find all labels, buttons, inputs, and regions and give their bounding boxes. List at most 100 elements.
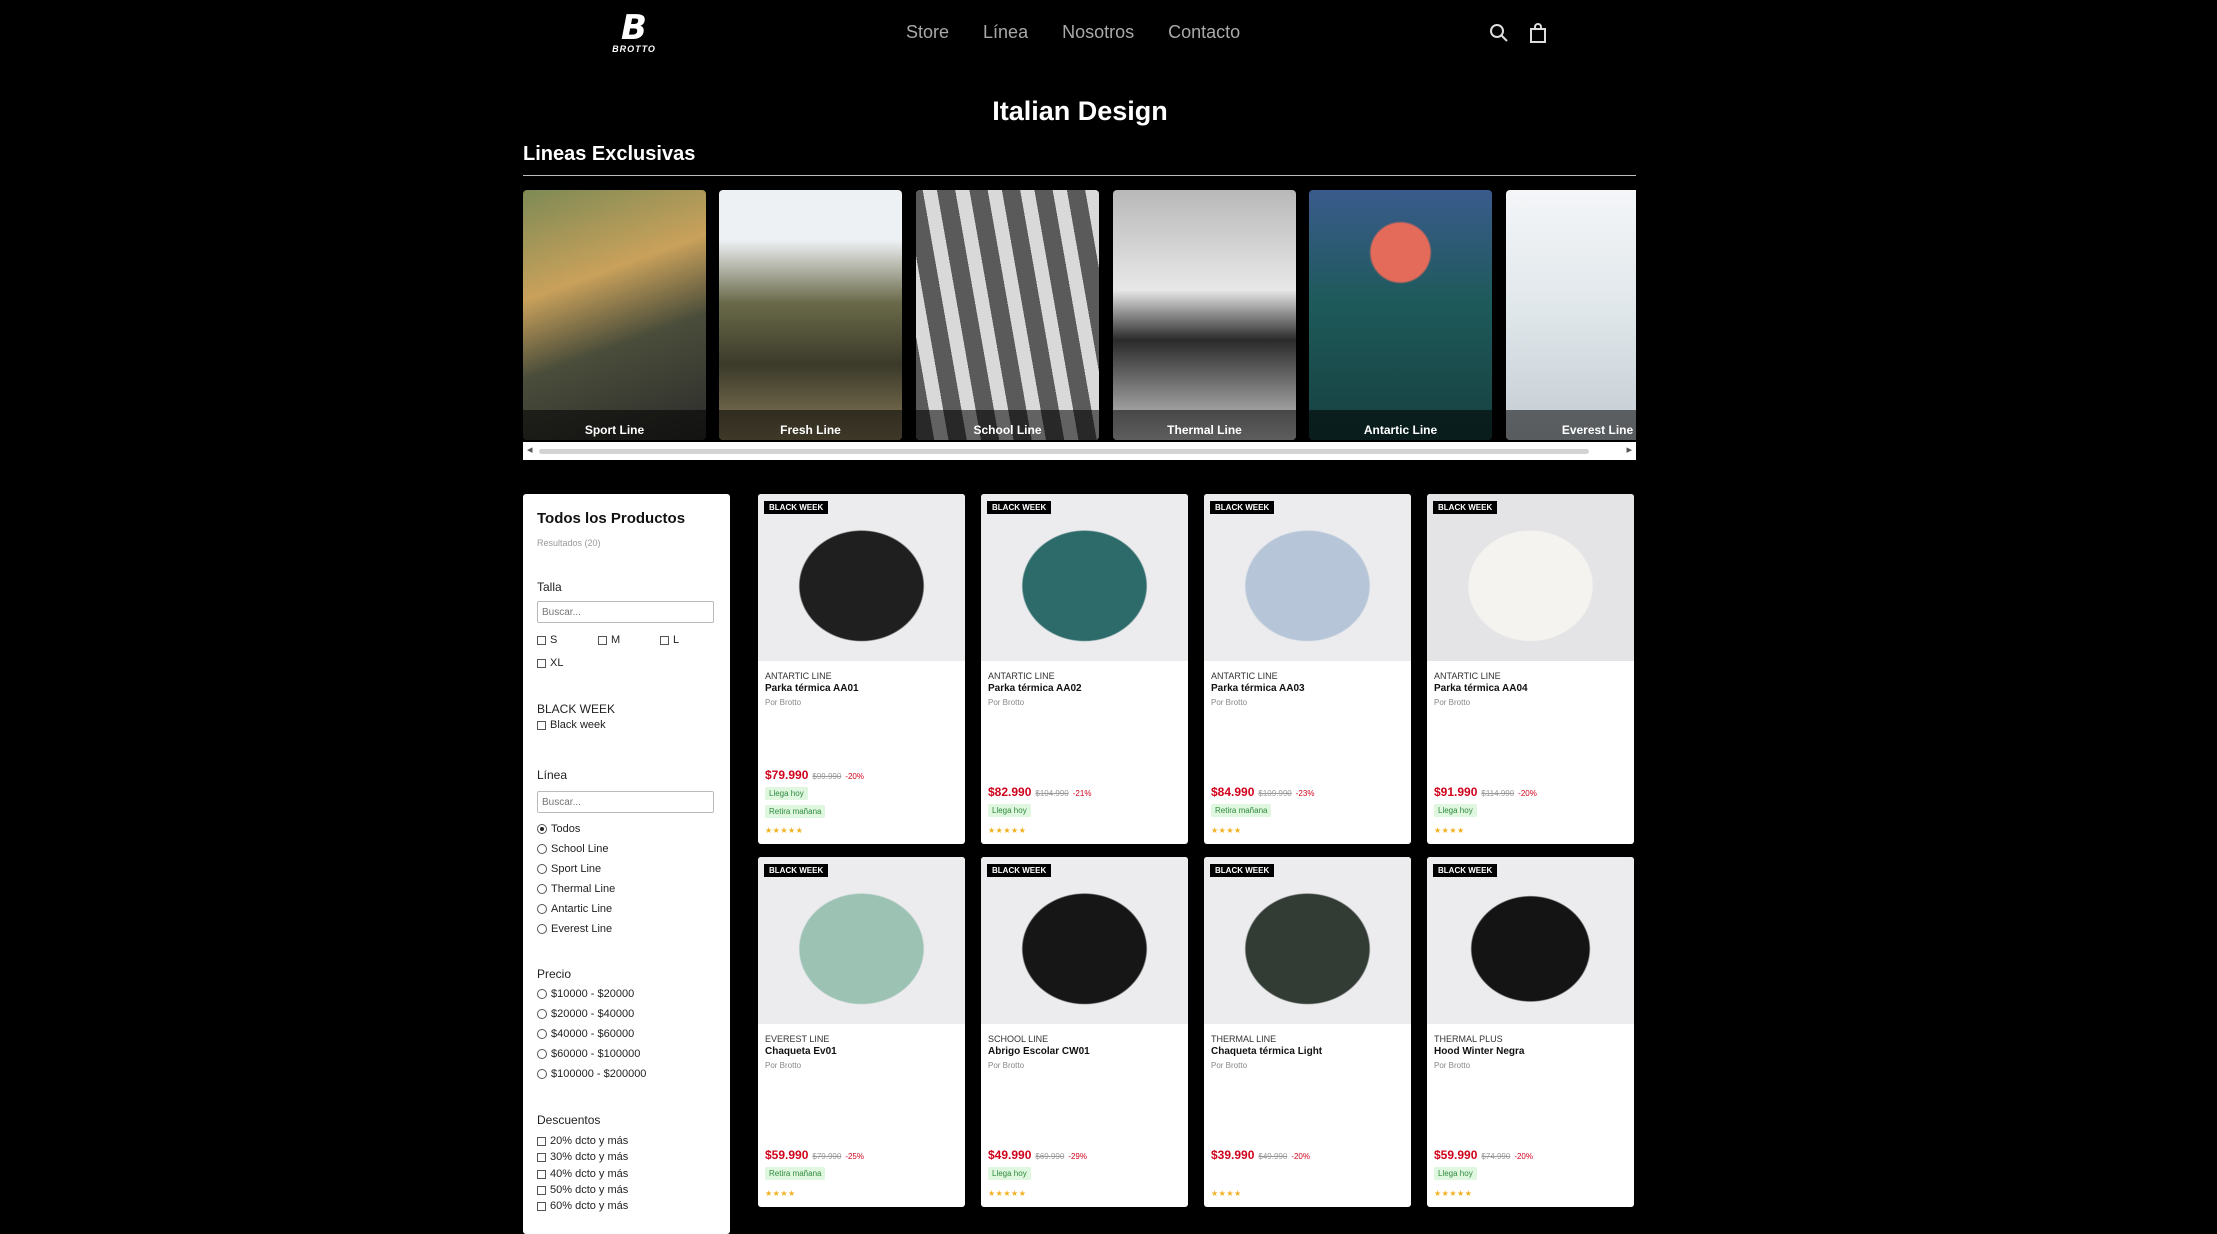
product-price: $59.990 $74.990 -20%	[1434, 1148, 1533, 1162]
line-option-school[interactable]: School Line	[537, 843, 609, 855]
line-card-school[interactable]: School Line	[916, 190, 1099, 440]
product-price: $49.990 $69.990 -29%	[988, 1148, 1087, 1162]
product-image[interactable]	[981, 857, 1188, 1024]
checkbox[interactable]	[537, 1185, 546, 1195]
product-name[interactable]: Chaqueta térmica Light	[1211, 1046, 1322, 1057]
price-option[interactable]: $100000 - $200000	[537, 1068, 646, 1080]
product-name[interactable]: Parka térmica AA03	[1211, 683, 1305, 694]
product-card[interactable]: BLACK WEEK EVEREST LINE Chaqueta Ev01 Por B…	[758, 857, 965, 1207]
price-option[interactable]: $40000 - $60000	[537, 1028, 634, 1040]
blackweek-option[interactable]: Black week	[537, 719, 606, 731]
line-card-fresh[interactable]: Fresh Line	[719, 190, 902, 440]
product-name[interactable]: Abrigo Escolar CW01	[988, 1046, 1090, 1057]
radio[interactable]	[537, 864, 547, 874]
product-card[interactable]: BLACK WEEK THERMAL PLUS Hood Winter Negra P…	[1427, 857, 1634, 1207]
product-card[interactable]: BLACK WEEK ANTARTIC LINE Parka térmica AA0…	[1427, 494, 1634, 844]
discount-option[interactable]: 50% dcto y más	[537, 1184, 628, 1196]
checkbox[interactable]	[537, 1136, 546, 1146]
product-card[interactable]: BLACK WEEK ANTARTIC LINE Parka térmica AA0…	[758, 494, 965, 844]
radio[interactable]	[537, 989, 547, 999]
product-card[interactable]: BLACK WEEK THERMAL LINE Chaqueta térmica L…	[1204, 857, 1411, 1207]
product-image[interactable]	[758, 494, 965, 661]
checkbox[interactable]	[537, 720, 546, 730]
radio[interactable]	[537, 1049, 547, 1059]
price-option[interactable]: $60000 - $100000	[537, 1048, 640, 1060]
line-card-everest[interactable]: Everest Line	[1506, 190, 1636, 440]
price-option[interactable]: $20000 - $40000	[537, 1008, 634, 1020]
discount-option[interactable]: 60% dcto y más	[537, 1200, 628, 1212]
product-name[interactable]: Chaqueta Ev01	[765, 1046, 837, 1057]
nav-linea[interactable]: Línea	[983, 22, 1028, 43]
price-original: $114.990	[1481, 789, 1515, 798]
product-card[interactable]: BLACK WEEK ANTARTIC LINE Parka térmica AA0…	[981, 494, 1188, 844]
product-line: ANTARTIC LINE	[988, 671, 1055, 681]
product-image[interactable]	[1204, 857, 1411, 1024]
price-original: $109.990	[1258, 789, 1292, 798]
line-card-sport[interactable]: Sport Line	[523, 190, 706, 440]
product-name[interactable]: Parka térmica AA04	[1434, 683, 1528, 694]
discount-option[interactable]: 30% dcto y más	[537, 1151, 628, 1163]
scroll-thumb[interactable]	[539, 449, 1589, 454]
line-card-thermal[interactable]: Thermal Line	[1113, 190, 1296, 440]
price-current: $84.990	[1211, 785, 1255, 799]
discount-option[interactable]: 40% dcto y más	[537, 1168, 628, 1180]
radio[interactable]	[537, 884, 547, 894]
radio[interactable]	[537, 1029, 547, 1039]
price-option[interactable]: $10000 - $20000	[537, 988, 634, 1000]
carousel-scrollbar[interactable]: ◂ ▸	[523, 442, 1636, 460]
product-image[interactable]	[1427, 857, 1634, 1024]
size-option-l[interactable]: L	[660, 634, 679, 646]
size-option-m[interactable]: M	[598, 634, 620, 646]
checkbox[interactable]	[598, 635, 607, 645]
line-option-todos[interactable]: Todos	[537, 823, 580, 835]
radio[interactable]	[537, 1069, 547, 1079]
product-line: ANTARTIC LINE	[1211, 671, 1278, 681]
size-option-xl[interactable]: XL	[537, 657, 563, 669]
size-search-input[interactable]	[537, 601, 714, 623]
radio[interactable]	[537, 844, 547, 854]
radio[interactable]	[537, 1009, 547, 1019]
product-image[interactable]	[1427, 494, 1634, 661]
product-name[interactable]: Parka térmica AA02	[988, 683, 1082, 694]
brand-logo[interactable]: B BROTTO	[612, 11, 656, 58]
checkbox[interactable]	[537, 1201, 546, 1211]
line-search-input[interactable]	[537, 791, 714, 813]
product-card[interactable]: BLACK WEEK SCHOOL LINE Abrigo Escolar CW01…	[981, 857, 1188, 1207]
product-image[interactable]	[981, 494, 1188, 661]
radio[interactable]	[537, 924, 547, 934]
checkbox[interactable]	[537, 1169, 546, 1179]
delivery-tag: Llega hoy	[988, 804, 1031, 817]
line-photo-everest	[1506, 190, 1636, 440]
line-caption: School Line	[916, 410, 1099, 440]
nav-nosotros[interactable]: Nosotros	[1062, 22, 1134, 43]
radio[interactable]	[537, 904, 547, 914]
price-current: $91.990	[1434, 785, 1478, 799]
checkbox[interactable]	[537, 1152, 546, 1162]
search-icon[interactable]	[1488, 22, 1510, 44]
nav-contacto[interactable]: Contacto	[1168, 22, 1240, 43]
lines-carousel[interactable]: Sport Line Fresh Line School Line Therma…	[523, 190, 1636, 440]
line-option-thermal[interactable]: Thermal Line	[537, 883, 615, 895]
line-card-antartic[interactable]: Antartic Line	[1309, 190, 1492, 440]
price-discount: -20%	[1514, 1152, 1533, 1161]
size-option-s[interactable]: S	[537, 634, 557, 646]
scroll-right-icon[interactable]: ▸	[1626, 443, 1632, 456]
product-image[interactable]	[1204, 494, 1411, 661]
product-name[interactable]: Parka térmica AA01	[765, 683, 859, 694]
product-image[interactable]	[758, 857, 965, 1024]
product-card[interactable]: BLACK WEEK ANTARTIC LINE Parka térmica AA0…	[1204, 494, 1411, 844]
line-option-sport[interactable]: Sport Line	[537, 863, 601, 875]
price-current: $59.990	[1434, 1148, 1478, 1162]
checkbox[interactable]	[660, 635, 669, 645]
checkbox[interactable]	[537, 658, 546, 668]
radio-selected[interactable]	[537, 824, 547, 834]
blackweek-filter-label: BLACK WEEK	[537, 702, 616, 716]
shopping-bag-icon[interactable]	[1527, 22, 1549, 44]
scroll-left-icon[interactable]: ◂	[527, 443, 533, 456]
product-name[interactable]: Hood Winter Negra	[1434, 1046, 1524, 1057]
discount-option[interactable]: 20% dcto y más	[537, 1135, 628, 1147]
nav-store[interactable]: Store	[906, 22, 949, 43]
line-option-antartic[interactable]: Antartic Line	[537, 903, 612, 915]
checkbox[interactable]	[537, 635, 546, 645]
line-option-everest[interactable]: Everest Line	[537, 923, 612, 935]
